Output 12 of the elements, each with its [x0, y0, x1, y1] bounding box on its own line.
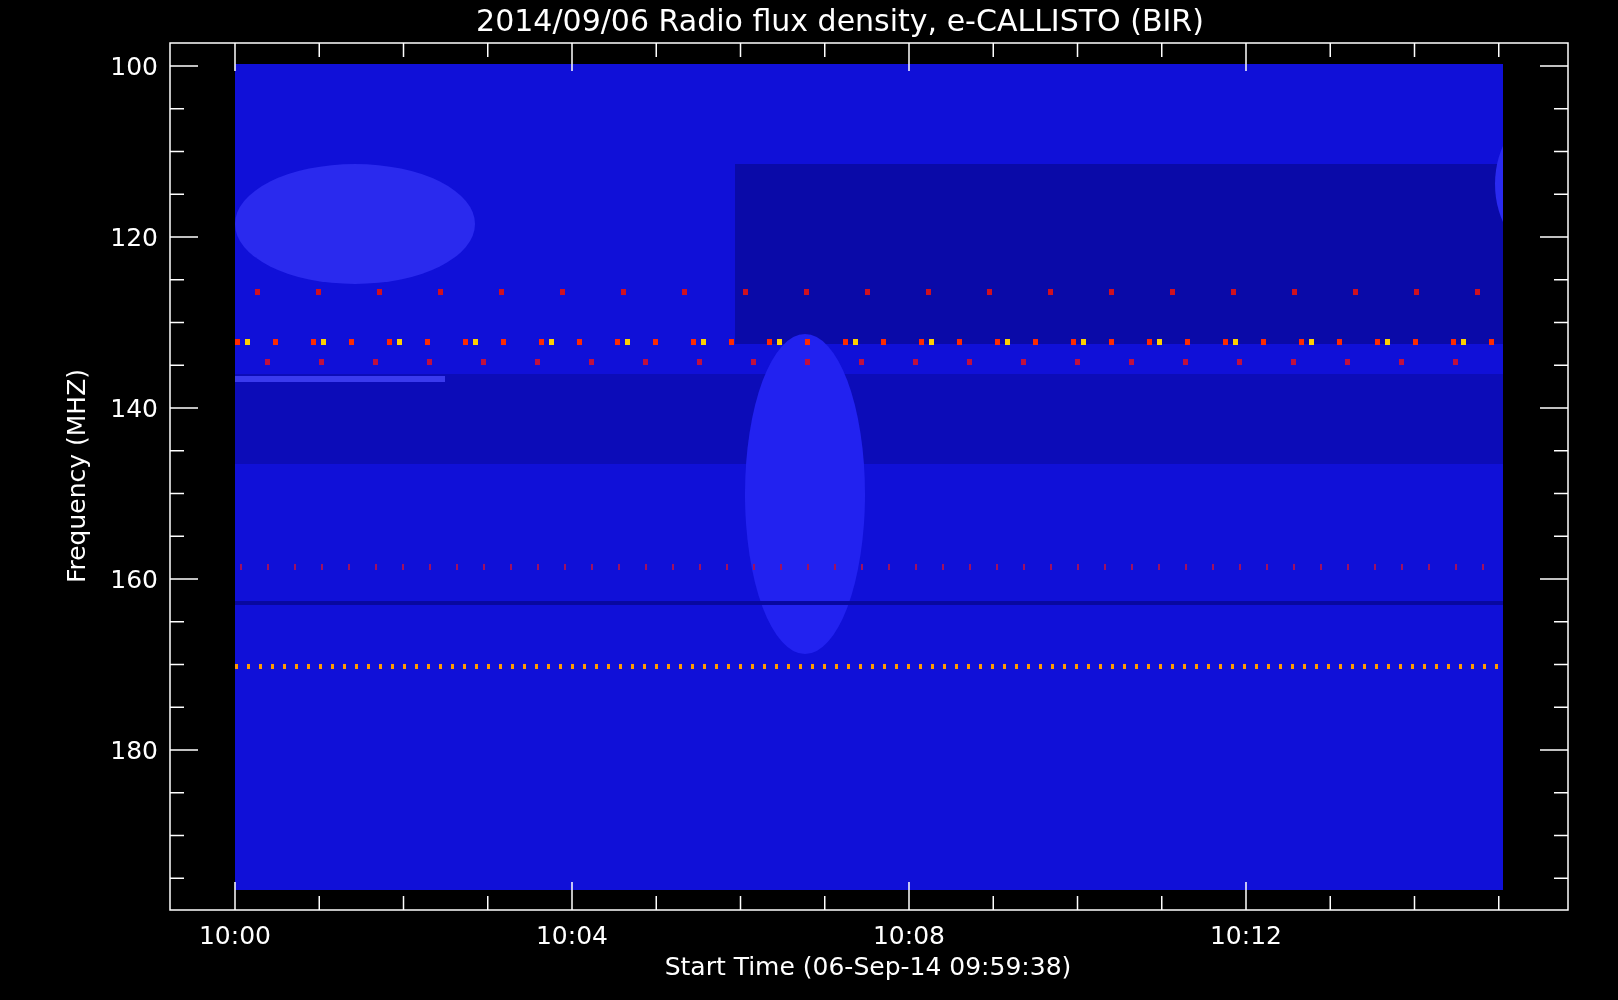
x-tick-label: 10:00 [199, 921, 271, 950]
y-axis-label: Frequency (MHZ) [62, 368, 91, 584]
x-axis-label: Start Time (06-Sep-14 09:59:38) [664, 952, 1072, 981]
y-tick-label: 160 [110, 565, 158, 594]
plot-title: 2014/09/06 Radio flux density, e-CALLISTO (BIR) [476, 3, 1204, 38]
y-tick-label: 100 [110, 52, 158, 81]
y-tick-label: 180 [110, 736, 158, 765]
y-tick-label: 140 [110, 394, 158, 423]
y-tick-label: 120 [110, 223, 158, 252]
x-tick-label: 10:04 [536, 921, 608, 950]
x-tick-label: 10:12 [1210, 921, 1282, 950]
x-tick-label: 10:08 [873, 921, 945, 950]
